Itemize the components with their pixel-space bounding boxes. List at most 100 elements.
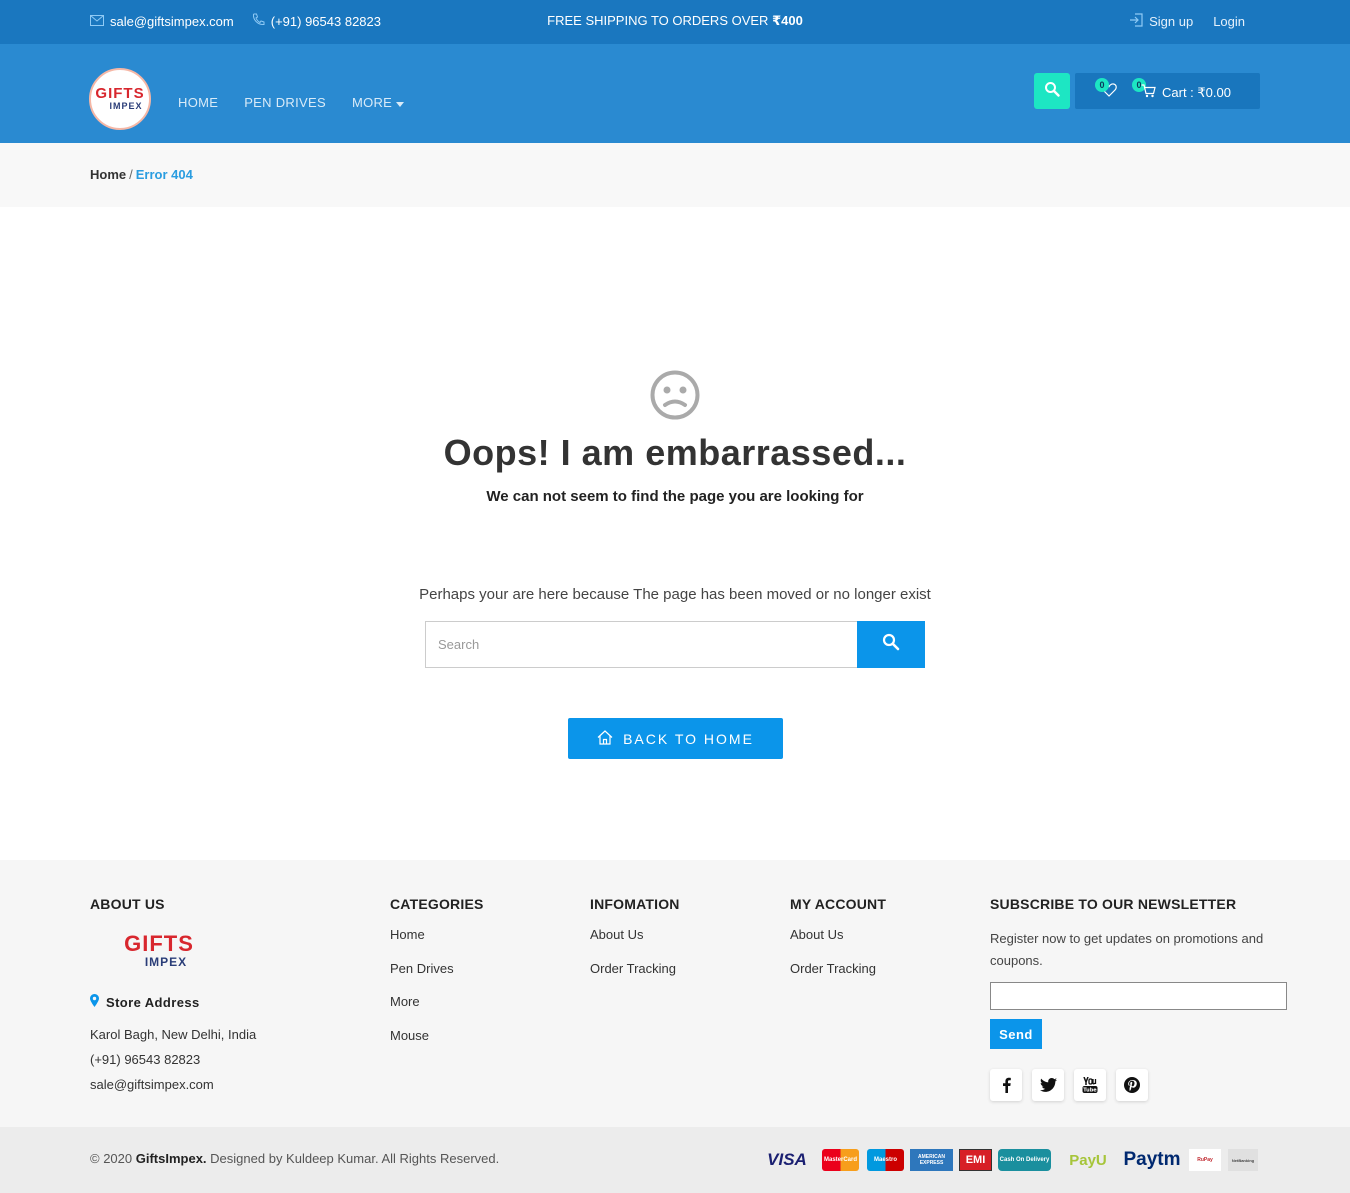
back-to-home-button[interactable]: BACK TO HOME (568, 718, 783, 759)
top-bar: sale@giftsimpex.com (+91) 96543 82823 FR… (0, 0, 1350, 44)
store-address-heading: Store Address (90, 994, 256, 1010)
breadcrumb-home[interactable]: Home (90, 167, 126, 182)
footer-information-list: About Us Order Tracking (590, 926, 680, 993)
cart-button[interactable]: Cart : ₹0.00 (1141, 84, 1231, 101)
error-subtitle: We can not seem to find the page you are… (486, 488, 864, 505)
page-search (425, 621, 925, 668)
map-marker-icon (90, 994, 99, 1010)
footer-link-order-tracking[interactable]: Order Tracking (590, 960, 680, 994)
search-icon (882, 633, 900, 656)
newsletter-email-input[interactable] (990, 982, 1287, 1010)
auth-links: Sign up Login (1129, 13, 1245, 30)
nav-pen-drives-label: PEN DRIVES (244, 95, 326, 110)
footer-link-more[interactable]: More (390, 993, 484, 1027)
pinterest-icon[interactable] (1116, 1069, 1148, 1101)
promo-amount: ₹400 (772, 13, 803, 28)
sad-face-icon (650, 370, 700, 425)
logo-line1: GIFTS (95, 85, 145, 102)
cod-logo: Cash On Delivery (998, 1149, 1051, 1171)
paytm-logo: Paytm (1123, 1149, 1181, 1170)
store-address-label: Store Address (106, 994, 200, 1010)
nav-home[interactable]: HOME (178, 95, 218, 110)
error-reason: Perhaps your are here because The page h… (419, 586, 931, 603)
search-input[interactable] (425, 621, 857, 668)
footer-link-mouse[interactable]: Mouse (390, 1027, 484, 1061)
footer-account-about-us[interactable]: About Us (790, 926, 886, 960)
site-logo[interactable]: GIFTS IMPEX (89, 68, 151, 130)
cart-box: 0 0 Cart : ₹0.00 (1075, 73, 1260, 109)
bottom-bar: © 2020 GiftsImpex. Designed by Kuldeep K… (0, 1127, 1350, 1193)
nav-more[interactable]: MORE (351, 95, 405, 110)
store-address: Karol Bagh, New Delhi, India (90, 1027, 257, 1042)
newsletter-send-button[interactable]: Send (990, 1019, 1042, 1049)
main-header: GIFTS IMPEX HOME PEN DRIVES MORE 0 0 Car… (0, 44, 1350, 143)
footer-link-about-us[interactable]: About Us (590, 926, 680, 960)
signup-link[interactable]: Sign up (1129, 13, 1193, 30)
nav-more-label: MORE (351, 95, 393, 110)
wishlist-count-badge: 0 (1095, 78, 1109, 92)
newsletter-heading: SUBSCRIBE TO OUR NEWSLETTER (990, 896, 1237, 912)
store-phone[interactable]: (+91) 96543 82823 (90, 1047, 256, 1072)
search-submit-button[interactable] (857, 621, 925, 668)
header-search-button[interactable] (1034, 73, 1070, 109)
footer-categories-heading: CATEGORIES (390, 896, 484, 912)
footer-categories-list: Home Pen Drives More Mouse (390, 926, 484, 1060)
breadcrumb-current: Error 404 (135, 167, 193, 182)
nav-home-label: HOME (178, 95, 219, 110)
breadcrumb-separator: / (129, 167, 133, 182)
back-to-home-label: BACK TO HOME (623, 730, 754, 747)
login-link[interactable]: Login (1213, 14, 1245, 29)
footer-logo-line1: GIFTS (124, 931, 194, 956)
cart-icon (1141, 84, 1156, 101)
rupay-logo: RuPay (1189, 1149, 1221, 1171)
footer-account-heading: MY ACCOUNT (790, 896, 887, 912)
mastercard-logo: MasterCard (822, 1149, 859, 1171)
breadcrumb-bar: Home / Error 404 (0, 143, 1350, 207)
footer-information: INFOMATION About Us Order Tracking (590, 896, 680, 993)
amex-logo: AMERICAN EXPRESS (910, 1149, 953, 1171)
footer-account-list: About Us Order Tracking (790, 926, 886, 993)
footer-about-heading: ABOUT US (90, 896, 165, 912)
footer-categories: CATEGORIES Home Pen Drives More Mouse (390, 896, 484, 1060)
social-links: Tube (990, 1069, 1287, 1101)
signup-label: Sign up (1149, 14, 1194, 29)
copyright-prefix: © 2020 (90, 1151, 133, 1166)
signin-icon (1129, 13, 1143, 30)
footer-logo: GIFTS IMPEX (123, 926, 195, 976)
store-details: Karol Bagh, New Delhi, India (+91) 96543… (90, 1022, 256, 1097)
maestro-logo: Maestro (867, 1149, 904, 1171)
footer-link-home[interactable]: Home (390, 926, 484, 960)
breadcrumb: Home / Error 404 (90, 167, 193, 182)
footer-account-order-tracking[interactable]: Order Tracking (790, 960, 886, 994)
emi-logo: EMI (959, 1149, 992, 1171)
login-label: Login (1213, 14, 1245, 29)
payu-logo: PayU (1069, 1151, 1107, 1169)
footer-about: ABOUT US GIFTS IMPEX Store Address Karol… (90, 896, 256, 1097)
copyright-suffix: Designed by Kuldeep Kumar. All Rights Re… (210, 1151, 500, 1166)
home-icon (597, 729, 613, 748)
error-title: Oops! I am embarrassed... (443, 432, 907, 473)
footer: ABOUT US GIFTS IMPEX Store Address Karol… (0, 860, 1350, 1127)
netbanking-logo: NetBanking (1228, 1149, 1258, 1171)
svg-text:Tube: Tube (1083, 1088, 1097, 1093)
twitter-icon[interactable] (1032, 1069, 1064, 1101)
footer-account: MY ACCOUNT About Us Order Tracking (790, 896, 886, 993)
facebook-icon[interactable] (990, 1069, 1022, 1101)
visa-logo: VISA (767, 1150, 807, 1169)
caret-down-icon (396, 95, 405, 110)
cart-label: Cart : ₹0.00 (1162, 84, 1231, 100)
nav-pen-drives[interactable]: PEN DRIVES (244, 95, 326, 110)
footer-link-pen-drives[interactable]: Pen Drives (390, 960, 484, 994)
newsletter-text: Register now to get updates on promotion… (990, 931, 1264, 968)
promo-text: FREE SHIPPING TO ORDERS OVER (547, 13, 769, 28)
footer-newsletter: SUBSCRIBE TO OUR NEWSLETTER Register now… (990, 896, 1287, 1101)
youtube-icon[interactable]: Tube (1074, 1069, 1106, 1101)
footer-logo-line2: IMPEX (144, 955, 188, 969)
main-nav: HOME PEN DRIVES MORE (178, 95, 405, 110)
footer-information-heading: INFOMATION (590, 896, 680, 912)
copyright: © 2020 GiftsImpex. Designed by Kuldeep K… (90, 1151, 499, 1166)
search-icon (1044, 81, 1060, 102)
logo-line2: IMPEX (109, 101, 143, 111)
copyright-brand[interactable]: GiftsImpex. (136, 1151, 207, 1166)
store-email[interactable]: sale@giftsimpex.com (90, 1072, 256, 1097)
